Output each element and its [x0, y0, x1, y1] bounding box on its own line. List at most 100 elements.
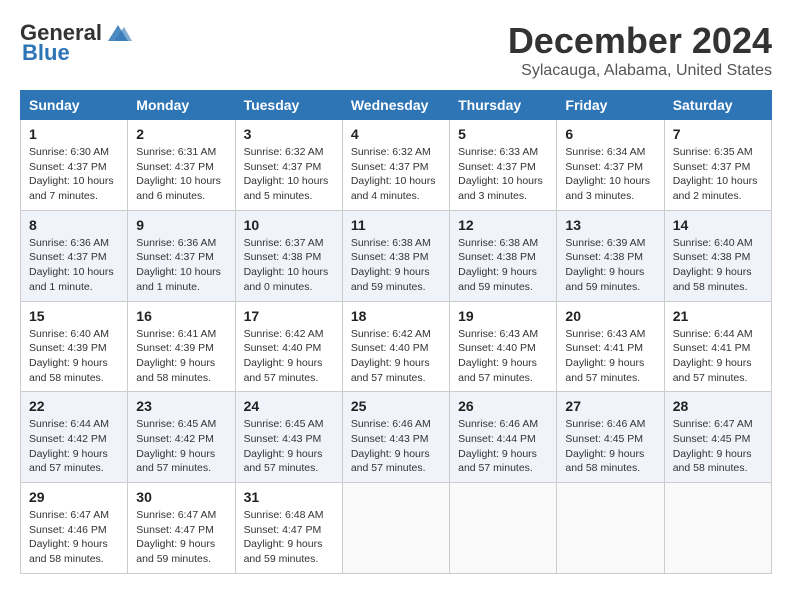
calendar-table: SundayMondayTuesdayWednesdayThursdayFrid…	[20, 90, 772, 574]
calendar-cell: 14 Sunrise: 6:40 AMSunset: 4:38 PMDayligh…	[664, 210, 771, 301]
day-number: 7	[673, 126, 763, 142]
calendar-cell: 21Sunrise: 6:44 AMSunset: 4:41 PMDayligh…	[664, 301, 771, 392]
day-detail: Sunrise: 6:47 AMSunset: 4:46 PMDaylight:…	[29, 508, 119, 567]
day-detail: Sunrise: 6:44 AMSunset: 4:42 PMDaylight:…	[29, 417, 119, 476]
calendar-cell: 13 Sunrise: 6:39 AMSunset: 4:38 PMDayligh…	[557, 210, 664, 301]
weekday-header-friday: Friday	[557, 91, 664, 120]
weekday-header-sunday: Sunday	[21, 91, 128, 120]
calendar-cell: 15 Sunrise: 6:40 AMSunset: 4:39 PMDayligh…	[21, 301, 128, 392]
day-detail: Sunrise: 6:43 AMSunset: 4:41 PMDaylight:…	[565, 327, 655, 386]
calendar-week-row: 8Sunrise: 6:36 AMSunset: 4:37 PMDaylight…	[21, 210, 772, 301]
calendar-cell: 19 Sunrise: 6:43 AMSunset: 4:40 PMDayligh…	[450, 301, 557, 392]
calendar-header-row: SundayMondayTuesdayWednesdayThursdayFrid…	[21, 91, 772, 120]
day-number: 9	[136, 217, 226, 233]
day-detail: Sunrise: 6:32 AMSunset: 4:37 PMDaylight:…	[351, 145, 441, 204]
day-number: 16	[136, 308, 226, 324]
day-detail: Sunrise: 6:42 AMSunset: 4:40 PMDaylight:…	[244, 327, 334, 386]
calendar-week-row: 15 Sunrise: 6:40 AMSunset: 4:39 PMDayligh…	[21, 301, 772, 392]
calendar-cell: 17Sunrise: 6:42 AMSunset: 4:40 PMDayligh…	[235, 301, 342, 392]
day-detail: Sunrise: 6:38 AMSunset: 4:38 PMDaylight:…	[458, 236, 548, 295]
calendar-cell: 6 Sunrise: 6:34 AMSunset: 4:37 PMDaylight…	[557, 120, 664, 211]
month-title: December 2024	[508, 20, 772, 62]
calendar-cell	[450, 483, 557, 574]
day-number: 19	[458, 308, 548, 324]
day-number: 1	[29, 126, 119, 142]
day-detail: Sunrise: 6:31 AMSunset: 4:37 PMDaylight:…	[136, 145, 226, 204]
day-detail: Sunrise: 6:38 AMSunset: 4:38 PMDaylight:…	[351, 236, 441, 295]
calendar-cell: 1 Sunrise: 6:30 AMSunset: 4:37 PMDaylight…	[21, 120, 128, 211]
day-number: 14	[673, 217, 763, 233]
day-number: 27	[565, 398, 655, 414]
weekday-header-saturday: Saturday	[664, 91, 771, 120]
day-detail: Sunrise: 6:40 AMSunset: 4:38 PMDaylight:…	[673, 236, 763, 295]
day-number: 29	[29, 489, 119, 505]
day-number: 28	[673, 398, 763, 414]
day-detail: Sunrise: 6:47 AMSunset: 4:45 PMDaylight:…	[673, 417, 763, 476]
day-detail: Sunrise: 6:46 AMSunset: 4:43 PMDaylight:…	[351, 417, 441, 476]
day-number: 15	[29, 308, 119, 324]
calendar-cell	[342, 483, 449, 574]
day-detail: Sunrise: 6:48 AMSunset: 4:47 PMDaylight:…	[244, 508, 334, 567]
day-number: 11	[351, 217, 441, 233]
calendar-cell: 10 Sunrise: 6:37 AMSunset: 4:38 PMDayligh…	[235, 210, 342, 301]
day-number: 24	[244, 398, 334, 414]
day-detail: Sunrise: 6:33 AMSunset: 4:37 PMDaylight:…	[458, 145, 548, 204]
day-number: 10	[244, 217, 334, 233]
day-detail: Sunrise: 6:45 AMSunset: 4:42 PMDaylight:…	[136, 417, 226, 476]
page-header: General Blue December 2024 Sylacauga, Al…	[20, 20, 772, 80]
day-detail: Sunrise: 6:46 AMSunset: 4:44 PMDaylight:…	[458, 417, 548, 476]
calendar-cell: 5 Sunrise: 6:33 AMSunset: 4:37 PMDaylight…	[450, 120, 557, 211]
day-number: 2	[136, 126, 226, 142]
weekday-header-monday: Monday	[128, 91, 235, 120]
calendar-cell: 31 Sunrise: 6:48 AMSunset: 4:47 PMDayligh…	[235, 483, 342, 574]
calendar-cell: 3 Sunrise: 6:32 AMSunset: 4:37 PMDaylight…	[235, 120, 342, 211]
day-detail: Sunrise: 6:39 AMSunset: 4:38 PMDaylight:…	[565, 236, 655, 295]
day-detail: Sunrise: 6:34 AMSunset: 4:37 PMDaylight:…	[565, 145, 655, 204]
day-detail: Sunrise: 6:40 AMSunset: 4:39 PMDaylight:…	[29, 327, 119, 386]
day-number: 22	[29, 398, 119, 414]
day-number: 5	[458, 126, 548, 142]
day-number: 30	[136, 489, 226, 505]
calendar-cell: 25 Sunrise: 6:46 AMSunset: 4:43 PMDayligh…	[342, 392, 449, 483]
day-number: 25	[351, 398, 441, 414]
calendar-cell: 26 Sunrise: 6:46 AMSunset: 4:44 PMDayligh…	[450, 392, 557, 483]
calendar-cell: 7 Sunrise: 6:35 AMSunset: 4:37 PMDaylight…	[664, 120, 771, 211]
day-number: 13	[565, 217, 655, 233]
calendar-cell: 24 Sunrise: 6:45 AMSunset: 4:43 PMDayligh…	[235, 392, 342, 483]
calendar-week-row: 29 Sunrise: 6:47 AMSunset: 4:46 PMDayligh…	[21, 483, 772, 574]
calendar-cell: 4 Sunrise: 6:32 AMSunset: 4:37 PMDaylight…	[342, 120, 449, 211]
weekday-header-thursday: Thursday	[450, 91, 557, 120]
calendar-cell: 23Sunrise: 6:45 AMSunset: 4:42 PMDayligh…	[128, 392, 235, 483]
calendar-cell: 20 Sunrise: 6:43 AMSunset: 4:41 PMDayligh…	[557, 301, 664, 392]
calendar-cell	[557, 483, 664, 574]
day-detail: Sunrise: 6:35 AMSunset: 4:37 PMDaylight:…	[673, 145, 763, 204]
day-number: 26	[458, 398, 548, 414]
day-number: 12	[458, 217, 548, 233]
day-detail: Sunrise: 6:37 AMSunset: 4:38 PMDaylight:…	[244, 236, 334, 295]
logo: General Blue	[20, 20, 132, 66]
calendar-cell: 18Sunrise: 6:42 AMSunset: 4:40 PMDayligh…	[342, 301, 449, 392]
day-number: 3	[244, 126, 334, 142]
calendar-cell: 12 Sunrise: 6:38 AMSunset: 4:38 PMDayligh…	[450, 210, 557, 301]
day-number: 6	[565, 126, 655, 142]
weekday-header-wednesday: Wednesday	[342, 91, 449, 120]
day-number: 4	[351, 126, 441, 142]
day-detail: Sunrise: 6:43 AMSunset: 4:40 PMDaylight:…	[458, 327, 548, 386]
title-area: December 2024 Sylacauga, Alabama, United…	[508, 20, 772, 80]
location: Sylacauga, Alabama, United States	[508, 62, 772, 80]
day-detail: Sunrise: 6:30 AMSunset: 4:37 PMDaylight:…	[29, 145, 119, 204]
day-detail: Sunrise: 6:45 AMSunset: 4:43 PMDaylight:…	[244, 417, 334, 476]
day-detail: Sunrise: 6:32 AMSunset: 4:37 PMDaylight:…	[244, 145, 334, 204]
calendar-cell	[664, 483, 771, 574]
logo-icon	[104, 23, 132, 43]
calendar-cell: 11 Sunrise: 6:38 AMSunset: 4:38 PMDayligh…	[342, 210, 449, 301]
day-number: 31	[244, 489, 334, 505]
day-detail: Sunrise: 6:47 AMSunset: 4:47 PMDaylight:…	[136, 508, 226, 567]
calendar-cell: 22 Sunrise: 6:44 AMSunset: 4:42 PMDayligh…	[21, 392, 128, 483]
day-number: 20	[565, 308, 655, 324]
calendar-week-row: 22 Sunrise: 6:44 AMSunset: 4:42 PMDayligh…	[21, 392, 772, 483]
calendar-cell: 27Sunrise: 6:46 AMSunset: 4:45 PMDayligh…	[557, 392, 664, 483]
calendar-cell: 8Sunrise: 6:36 AMSunset: 4:37 PMDaylight…	[21, 210, 128, 301]
logo-blue: Blue	[22, 40, 70, 66]
calendar-cell: 30 Sunrise: 6:47 AMSunset: 4:47 PMDayligh…	[128, 483, 235, 574]
